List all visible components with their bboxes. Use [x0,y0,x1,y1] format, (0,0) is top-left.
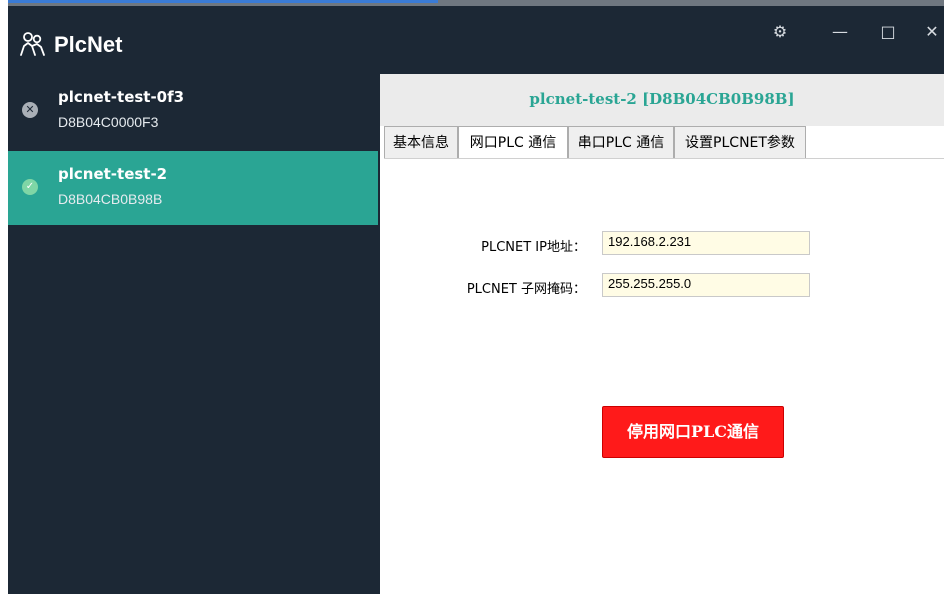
maximize-button[interactable]: □ [868,18,908,46]
tab-ethernet-plc[interactable]: 网口PLC 通信 [458,126,568,159]
device-name: plcnet-test-0f3 [58,88,185,106]
tab-divider [384,158,944,159]
top-accent-bar [8,0,438,3]
mask-field[interactable]: 255.255.255.0 [602,273,810,297]
minimize-button[interactable]: — [820,18,860,46]
device-id: D8B04CB0B98B [58,191,163,207]
app-title: PlcNet [54,32,123,57]
tab-serial-plc[interactable]: 串口PLC 通信 [568,126,674,158]
app-window: PlcNet ⚙ — □ ✕ ✕ plcnet-test-0f3 D8B04C0… [8,0,944,594]
tab-basic-info[interactable]: 基本信息 [384,126,458,158]
mask-label: PLCNET 子网掩码： [466,282,586,297]
device-item-selected[interactable]: ✓ plcnet-test-2 D8B04CB0B98B [8,151,378,225]
stop-ethernet-plc-button[interactable]: 停用网口PLC通信 [602,406,784,458]
people-icon [20,32,45,56]
gear-icon[interactable]: ⚙ [760,18,800,46]
device-id: D8B04C0000F3 [58,114,159,130]
title-bar[interactable]: PlcNet ⚙ — □ ✕ [8,6,944,74]
close-button[interactable]: ✕ [912,18,944,46]
ip-label: PLCNET IP地址： [481,240,586,255]
device-item[interactable]: ✕ plcnet-test-0f3 D8B04C0000F3 [8,74,378,148]
close-circle-icon: ✕ [22,102,38,118]
device-name: plcnet-test-2 [58,165,168,183]
device-header: plcnet-test-2 [D8B04CB0B98B] [380,74,944,126]
device-header-title: plcnet-test-2 [D8B04CB0B98B] [529,90,795,108]
check-circle-icon: ✓ [22,179,38,195]
ip-field[interactable]: 192.168.2.231 [602,231,810,255]
main-panel: plcnet-test-2 [D8B04CB0B98B] 基本信息 网口PLC … [380,74,944,594]
device-list: ✕ plcnet-test-0f3 D8B04C0000F3 ✓ plcnet-… [8,74,378,594]
tab-plcnet-settings[interactable]: 设置PLCNET参数 [674,126,806,158]
